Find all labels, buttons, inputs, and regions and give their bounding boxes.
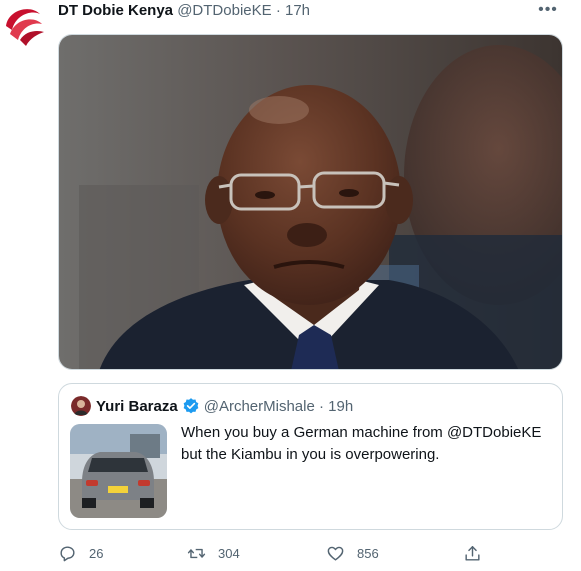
quoted-tweet-header: Yuri Baraza @ArcherMishale · 19h xyxy=(71,396,353,416)
reply-count: 26 xyxy=(89,545,104,561)
quoted-author-avatar xyxy=(71,396,91,416)
more-horizontal-icon: ••• xyxy=(538,1,558,18)
heart-icon xyxy=(327,546,344,561)
share-icon xyxy=(465,545,480,561)
reply-icon xyxy=(60,545,75,561)
retweet-count: 304 xyxy=(218,545,240,561)
quoted-author-name: Yuri Baraza xyxy=(96,397,178,415)
quoted-tweet-text: When you buy a German machine from @DTDo… xyxy=(181,424,542,463)
tweet-media-image[interactable] xyxy=(58,34,563,370)
quoted-tweet-card[interactable]: Yuri Baraza @ArcherMishale · 19h When yo… xyxy=(58,383,563,530)
retweet-icon xyxy=(187,548,206,558)
quoted-author-handle: @ArcherMishale xyxy=(203,397,315,415)
author-handle[interactable]: @DTDobieKE xyxy=(177,2,271,19)
quoted-tweet-timestamp: 19h xyxy=(328,397,354,415)
quoted-tweet-thumbnail xyxy=(70,424,167,518)
reply-button[interactable]: 26 xyxy=(58,541,103,565)
tweet-timestamp[interactable]: 17h xyxy=(285,2,310,19)
tweet-action-bar: 26 304 856 xyxy=(58,541,563,565)
like-count: 856 xyxy=(357,545,379,561)
more-options-button[interactable]: ••• xyxy=(533,0,563,20)
author-avatar[interactable] xyxy=(0,0,46,46)
verified-badge-icon xyxy=(182,397,200,415)
like-button[interactable]: 856 xyxy=(326,541,379,565)
share-button[interactable] xyxy=(463,541,494,565)
author-name[interactable]: DT Dobie Kenya xyxy=(58,2,173,19)
retweet-button[interactable]: 304 xyxy=(187,541,240,565)
tweet-header: DT Dobie Kenya @DTDobieKE · 17h xyxy=(58,0,310,20)
